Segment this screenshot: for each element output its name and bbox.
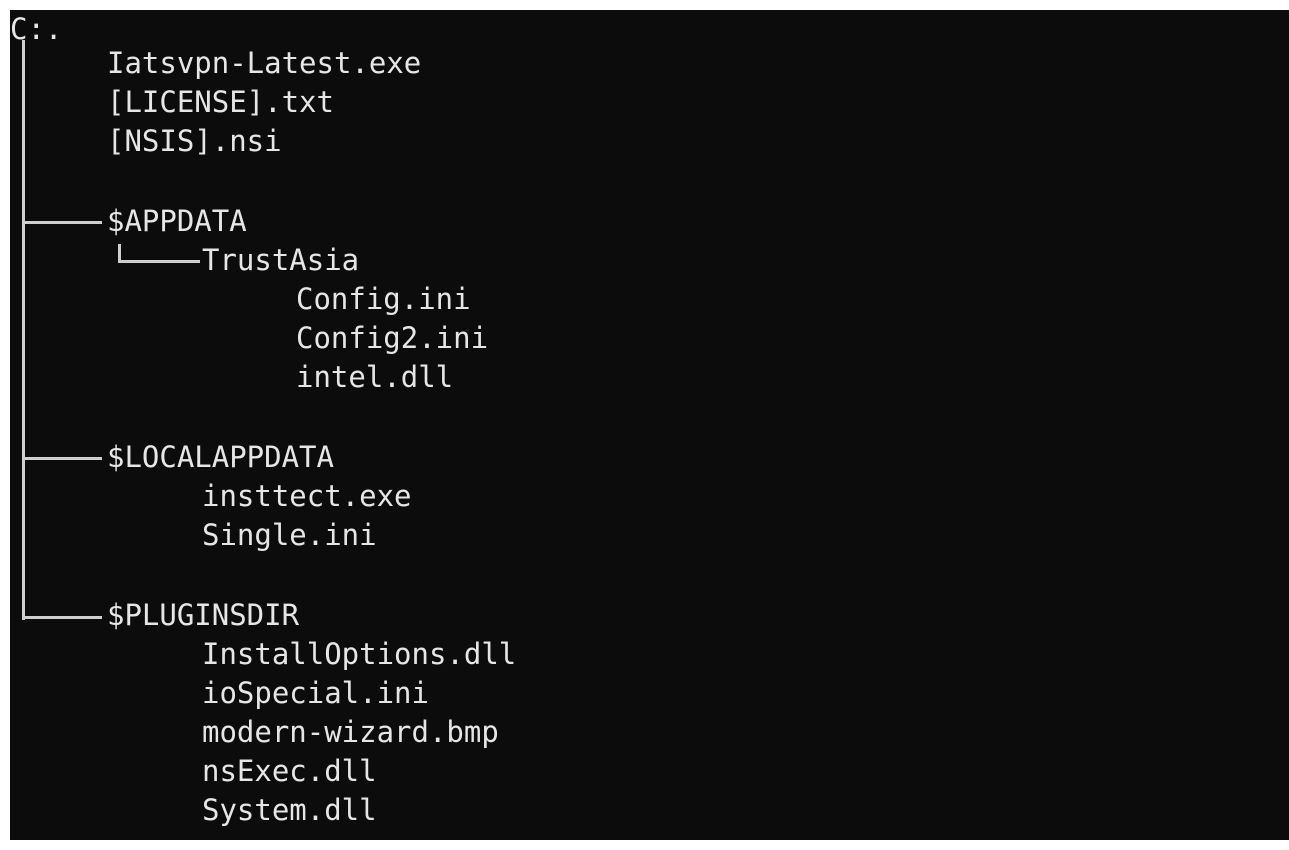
pluginsdir-file: modern-wizard.bmp (202, 715, 499, 749)
root-label: C:. (10, 12, 63, 46)
branch-trustasia-line (118, 260, 200, 263)
branch-localappdata-line (22, 457, 102, 460)
branch-pluginsdir-line (22, 616, 102, 619)
folder-trustasia: TrustAsia (202, 243, 360, 277)
folder-localappdata: $LOCALAPPDATA (107, 440, 334, 474)
folder-pluginsdir: $PLUGINSDIR (107, 598, 300, 632)
pluginsdir-file: ioSpecial.ini (202, 676, 429, 710)
pluginsdir-file: InstallOptions.dll (202, 637, 517, 671)
pluginsdir-file: System.dll (202, 793, 377, 827)
tree-trunk-line (22, 40, 25, 620)
folder-appdata: $APPDATA (107, 204, 247, 238)
root-file: [LICENSE].txt (107, 85, 334, 119)
trustasia-file: intel.dll (296, 360, 454, 394)
root-file: Iatsvpn-Latest.exe (107, 46, 422, 80)
root-file: [NSIS].nsi (107, 124, 282, 158)
trustasia-file: Config2.ini (296, 321, 489, 355)
pluginsdir-file: nsExec.dll (202, 754, 377, 788)
trustasia-file: Config.ini (296, 282, 471, 316)
localappdata-file: Single.ini (202, 518, 377, 552)
localappdata-file: insttect.exe (202, 479, 412, 513)
console-window: C:. Iatsvpn-Latest.exe [LICENSE].txt [NS… (10, 10, 1289, 840)
branch-appdata-line (22, 221, 102, 224)
